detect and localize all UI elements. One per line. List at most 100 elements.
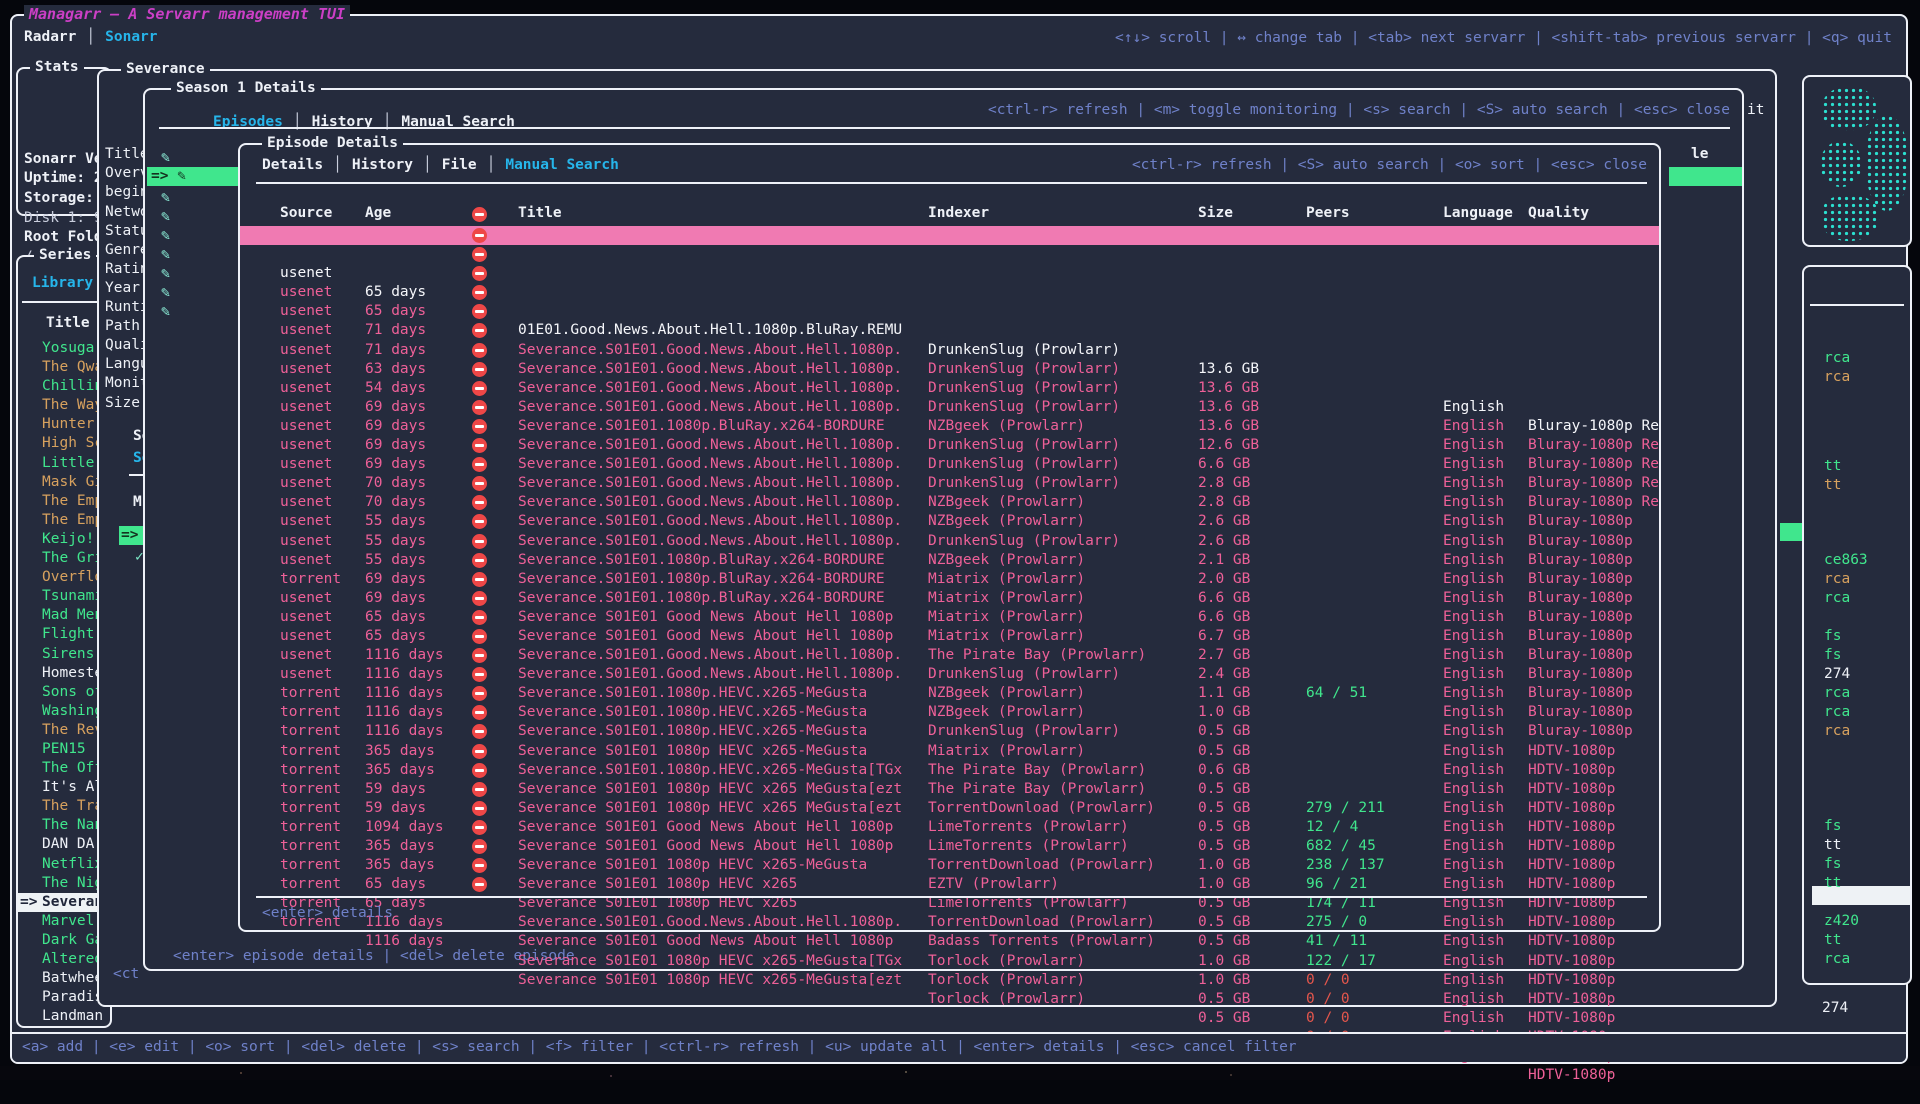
- bottom-keybind-bar: <a> add | <e> edit | <o> sort | <del> de…: [12, 1032, 1906, 1062]
- release-row[interactable]: usenet 65 days 01E01.Good.News.About.Hel…: [240, 226, 1659, 245]
- right-list-panel: rcarcattttce863rcarcafsfs274rcarcarcafst…: [1802, 265, 1912, 985]
- release-row[interactable]: usenet 69 days Severance S01E01 Good New…: [240, 512, 1659, 531]
- release-row[interactable]: usenet 65 days Severance.S01E01.Good.New…: [240, 570, 1659, 589]
- release-row[interactable]: usenet 1116 days Severance.S01E01.1080p.…: [240, 589, 1659, 608]
- cell-peers: 122 / 17: [1306, 952, 1376, 971]
- release-row[interactable]: torrent 59 days Severance S01E01 Good Ne…: [240, 742, 1659, 761]
- rejected-icon: [472, 400, 487, 415]
- rejected-icon: [472, 820, 487, 835]
- release-row[interactable]: usenet 54 days Severance.S01E01.1080p.Bl…: [240, 321, 1659, 340]
- episode-modal-tab[interactable]: Details: [262, 157, 352, 173]
- poster-dot-art-icon: [1822, 87, 1876, 131]
- rejected-icon: [472, 591, 487, 606]
- episode-modal-tab[interactable]: File: [442, 157, 506, 173]
- truncated-text-fragment: 274: [1824, 665, 1850, 684]
- managarr-window: Managarr – A Servarr management TUI Rada…: [10, 14, 1908, 1064]
- series-divider: [22, 301, 106, 303]
- outside-text-fragment: it: [1747, 102, 1764, 118]
- release-row[interactable]: torrent 1116 days Severance S01E01 1080p…: [240, 856, 1659, 875]
- release-row[interactable]: torrent 365 days Severance S01E01 1080p …: [240, 799, 1659, 818]
- header-source: Source: [280, 205, 332, 221]
- cell-peers: 41 / 11: [1306, 932, 1367, 951]
- cell-age: 1116 days: [365, 932, 444, 951]
- episode-modal-tab[interactable]: Manual Search: [505, 157, 619, 173]
- episode-monitored-pencil-icon: ✎: [161, 148, 170, 167]
- release-row[interactable]: usenet 65 days Severance.S01E01.Good.New…: [240, 551, 1659, 570]
- release-row[interactable]: usenet 55 days Severance.S01E01.1080p.Bl…: [240, 455, 1659, 474]
- release-row[interactable]: torrent 1116 days Severance.S01E01.1080p…: [240, 665, 1659, 684]
- truncated-text-fragment: z420: [1824, 912, 1859, 931]
- episode-modal-divider: [256, 182, 1647, 184]
- release-row[interactable]: usenet 55 days Severance.S01E01.1080p.Bl…: [240, 493, 1659, 512]
- episode-details-modal: Episode Details DetailsHistoryFileManual…: [238, 143, 1661, 932]
- release-row[interactable]: torrent 365 days Severance S01E01 1080p …: [240, 684, 1659, 703]
- release-row[interactable]: usenet 63 days Severance.S01E01.Good.New…: [240, 302, 1659, 321]
- cell-peers: 0 / 0: [1306, 990, 1350, 1009]
- release-row[interactable]: usenet 71 days Severance.S01E01.Good.New…: [240, 264, 1659, 283]
- release-row[interactable]: torrent 69 days Severance S01E01 Good Ne…: [240, 532, 1659, 551]
- episode-monitored-pencil-icon: ✎: [161, 188, 170, 207]
- selected-row-peek-green: [1780, 523, 1804, 541]
- cell-quality: HDTV-1080p: [1528, 990, 1660, 1009]
- rejected-icon: [472, 304, 487, 319]
- release-row[interactable]: torrent 365 days Severance S01E01 1080p …: [240, 703, 1659, 722]
- rejected-icon: [472, 572, 487, 587]
- release-row[interactable]: usenet 69 days Severance.S01E01.Good.New…: [240, 341, 1659, 360]
- rejected-icon: [472, 247, 487, 262]
- cell-indexer: Badass Torrents (Prowlarr): [928, 932, 1155, 951]
- release-row[interactable]: usenet 1116 days Severance.S01E01.1080p.…: [240, 627, 1659, 646]
- release-row[interactable]: torrent 1116 days Severance S01E01 1080p…: [240, 646, 1659, 665]
- release-row[interactable]: torrent 1094 days Severance S01E01 1080p…: [240, 761, 1659, 780]
- servarr-tab[interactable]: Sonarr: [105, 29, 157, 45]
- release-row[interactable]: torrent 59 days Severance S01E01 Good Ne…: [240, 722, 1659, 741]
- selected-episode-row-fragment[interactable]: => ✎: [147, 167, 239, 186]
- cell-language: English: [1443, 952, 1504, 971]
- release-row[interactable]: usenet 70 days Severance.S01E01.Good.New…: [240, 436, 1659, 455]
- cell-peers: 275 / 0: [1306, 913, 1367, 932]
- selected-episode-row-green-bar: [1669, 167, 1742, 186]
- cell-size: 0.5 GB: [1198, 1009, 1250, 1028]
- tab-library[interactable]: Library: [32, 275, 93, 291]
- cell-quality: HDTV-1080p: [1528, 1009, 1660, 1028]
- truncated-text-fragment: fs: [1824, 817, 1841, 836]
- truncated-text-fragment: rca: [1824, 703, 1850, 722]
- release-row[interactable]: usenet 69 days Severance.S01E01.Good.New…: [240, 379, 1659, 398]
- rejected-icon: [472, 877, 487, 892]
- rejected-icon: [472, 801, 487, 816]
- cell-title: Severance.S01E01.Good.News.About.Hell.10…: [518, 913, 902, 932]
- release-row[interactable]: usenet 71 days Severance.S01E01.Good.New…: [240, 283, 1659, 302]
- episode-modal-tab[interactable]: History: [352, 157, 442, 173]
- poster-dot-art-icon: [1866, 115, 1908, 211]
- release-row[interactable]: torrent 365 days Severance S01E01 1080p …: [240, 780, 1659, 799]
- cell-size: 0.5 GB: [1198, 932, 1250, 951]
- release-row[interactable]: usenet 55 days Severance.S01E01.1080p.Bl…: [240, 474, 1659, 493]
- release-row[interactable]: torrent 65 days Severance.S01E01.Good.Ne…: [240, 818, 1659, 837]
- episode-monitored-pencil-icon: ✎: [161, 207, 170, 226]
- release-row[interactable]: torrent 1116 days Severance S01E01 1080p…: [240, 875, 1659, 894]
- rejected-icon: [472, 495, 487, 510]
- episode-modal-footer-keybinds: <enter> details: [262, 905, 393, 921]
- release-row[interactable]: usenet 65 days Severance.S01E01.Good.New…: [240, 245, 1659, 264]
- truncated-text-fragment: rca: [1824, 950, 1850, 969]
- release-row[interactable]: torrent 65 days Severance S01E01 Good Ne…: [240, 837, 1659, 856]
- rejected-icon: [472, 686, 487, 701]
- release-row[interactable]: usenet 69 days Severance.S01E01.Good.New…: [240, 360, 1659, 379]
- cell-title: Severance S01E01 Good News About Hell 10…: [518, 932, 893, 951]
- cell-quality: HDTV-1080p: [1528, 971, 1660, 990]
- top-keybind-hints: <↑↓> scroll | ↔ change tab | <tab> next …: [1115, 29, 1892, 48]
- header-age: Age: [365, 205, 391, 221]
- release-row[interactable]: usenet 1116 days Severance.S01E01.1080p.…: [240, 608, 1659, 627]
- rejected-icon: [472, 323, 487, 338]
- release-row[interactable]: usenet 70 days Severance.S01E01.Good.New…: [240, 417, 1659, 436]
- rejected-icon: [472, 228, 487, 243]
- series-list-item[interactable]: =>Landman: [18, 1007, 110, 1026]
- episode-modal-keybinds: <ctrl-r> refresh | <S> auto search | <o>…: [1132, 157, 1647, 173]
- cell-size: 1.0 GB: [1198, 971, 1250, 990]
- rejected-icon: [472, 534, 487, 549]
- release-row[interactable]: usenet 69 days Severance.S01E01.Good.New…: [240, 398, 1659, 417]
- truncated-text-fragment: tt: [1824, 836, 1841, 855]
- episode-monitored-pencil-icon: ✎: [161, 302, 170, 321]
- truncated-text-fragment: rca: [1824, 589, 1850, 608]
- servarr-tab[interactable]: Radarr: [24, 29, 105, 45]
- cell-language: English: [1443, 932, 1504, 951]
